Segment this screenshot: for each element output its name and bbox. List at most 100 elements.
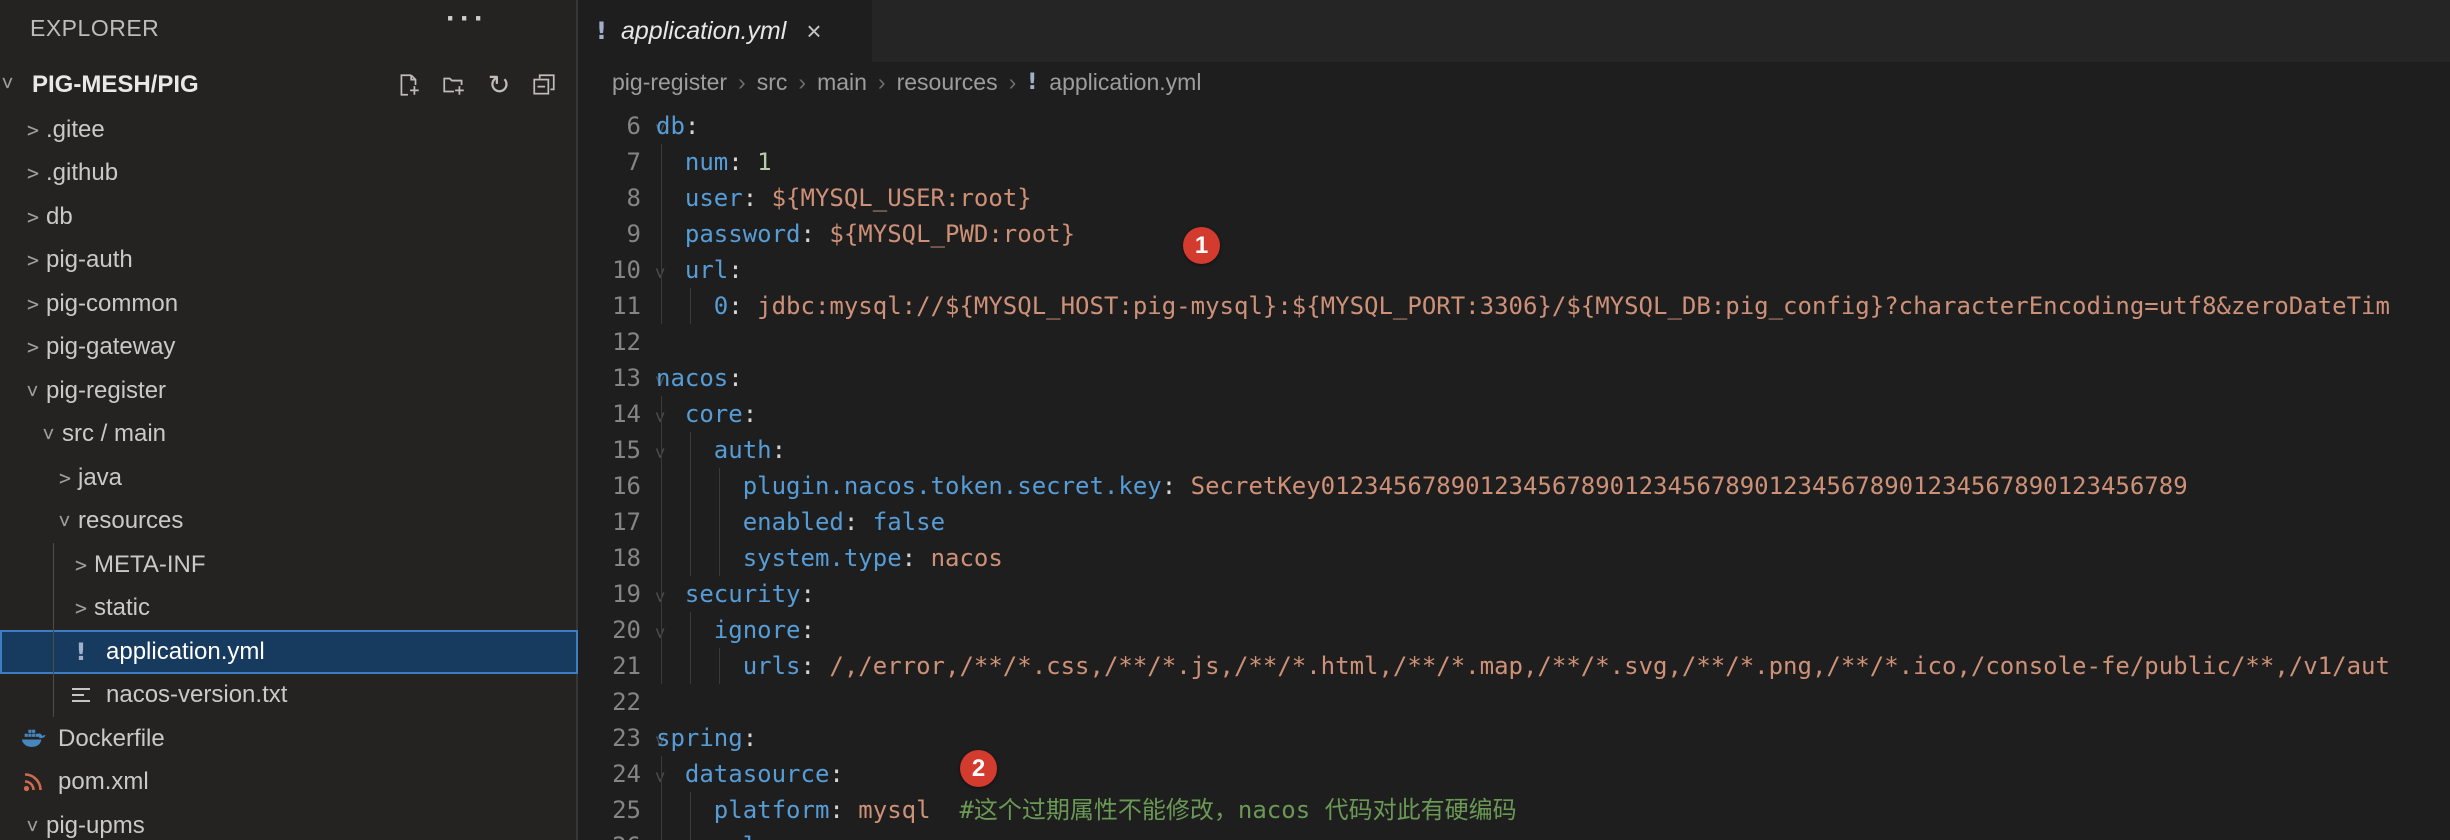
tree-item-label: nacos-version.txt <box>106 681 288 709</box>
code-line-10[interactable]: 10 > url: <box>580 252 2450 288</box>
refresh-explorer-icon[interactable]: ↻ <box>484 70 514 100</box>
code-line-22[interactable]: 22 <box>580 684 2450 720</box>
tree-folder-pig-common[interactable]: > pig-common <box>0 282 578 326</box>
tree-indent-guide <box>53 543 54 717</box>
tree-folder-pig-gateway[interactable]: > pig-gateway <box>0 326 578 370</box>
tree-folder-db[interactable]: > db <box>0 195 578 239</box>
annotation-badge-2: 2 <box>960 750 997 787</box>
code-line-25[interactable]: 25 platform: mysql #这个过期属性不能修改，nacos 代码对… <box>580 792 2450 828</box>
tree-item-label: pig-auth <box>46 246 133 274</box>
tree-folder-pig-auth[interactable]: > pig-auth <box>0 239 578 283</box>
explorer-header: EXPLORER ··· <box>0 0 576 56</box>
code-text: security: <box>684 580 815 608</box>
breadcrumb-segment-resources[interactable]: resources <box>897 69 998 96</box>
code-text: system.type: nacos <box>742 544 1003 572</box>
chevron-down-icon: > <box>20 384 45 397</box>
code-line-20[interactable]: 20 > ignore: <box>580 612 2450 648</box>
close-icon[interactable]: × <box>806 18 821 44</box>
chevron-right-icon: > <box>26 204 40 229</box>
tree-folder-pig-upms[interactable]: > pig-upms <box>0 804 578 840</box>
more-actions-icon[interactable]: ··· <box>446 2 488 36</box>
code-line-6[interactable]: 6 > db: <box>580 108 2450 144</box>
tree-folder-meta-inf[interactable]: > META-INF <box>0 543 578 587</box>
code-text: 0: jdbc:mysql://${MYSQL_HOST:pig-mysql}:… <box>713 292 2390 320</box>
code-line-21[interactable]: 21 urls: /,/error,/**/*.css,/**/*.js,/**… <box>580 648 2450 684</box>
breadcrumb: pig-register › src › main › resources ›! applica… <box>580 62 2450 102</box>
tree-folder-src-main[interactable]: > src / main <box>0 413 578 457</box>
chevron-right-icon: > <box>74 552 88 577</box>
code-line-23[interactable]: 23 > spring: <box>580 720 2450 756</box>
code-text: user: ${MYSQL_USER:root} <box>684 184 1032 212</box>
code-line-15[interactable]: 15 > auth: <box>580 432 2450 468</box>
tree-item-label: application.yml <box>106 637 265 665</box>
line-number: 18 <box>612 544 641 572</box>
yaml-warning-icon: ! <box>596 17 607 45</box>
code-text: url: <box>656 828 772 840</box>
tree-item-label: java <box>78 463 123 491</box>
code-text: spring: <box>656 724 758 752</box>
code-text: platform: mysql #这个过期属性不能修改，nacos 代码对此有硬… <box>713 796 1517 824</box>
chevron-down-icon: > <box>52 515 77 528</box>
code-line-7[interactable]: 7 num: 1 <box>580 144 2450 180</box>
code-line-16[interactable]: 16 plugin.nacos.token.secret.key: Secret… <box>580 468 2450 504</box>
code-line-14[interactable]: 14 > core: <box>580 396 2450 432</box>
docker-whale-icon <box>20 728 46 750</box>
breadcrumb-segment-src[interactable]: src <box>757 69 788 96</box>
breadcrumb-file-name[interactable]: application.yml <box>1049 69 1201 96</box>
code-line-26[interactable]: 26 url: <box>580 828 2450 840</box>
tree-folder-resources[interactable]: > resources <box>0 500 578 544</box>
tree-item-label: Dockerfile <box>58 724 165 752</box>
tree-folder--gitee[interactable]: > .gitee <box>0 108 578 152</box>
code-line-19[interactable]: 19 > security: <box>580 576 2450 612</box>
collapse-folders-icon[interactable] <box>529 70 559 100</box>
code-line-13[interactable]: 13 > nacos: <box>580 360 2450 396</box>
tree-item-label: pig-common <box>46 289 179 317</box>
line-number: 23 <box>612 724 641 752</box>
line-number: 14 <box>612 400 641 428</box>
tree-folder-static[interactable]: > static <box>0 587 578 631</box>
code-line-18[interactable]: 18 system.type: nacos <box>580 540 2450 576</box>
workspace-root-label: PIG-MESH/PIG <box>32 71 199 98</box>
code-text: ignore: <box>713 616 815 644</box>
code-line-12[interactable]: 12 <box>580 324 2450 360</box>
code-editor[interactable]: 6 > db: 7 num: 18 user: ${MYSQL_USER:root} 9… <box>580 102 2450 840</box>
new-folder-icon[interactable] <box>439 70 469 100</box>
line-number: 21 <box>612 652 641 680</box>
tree-file-dockerfile[interactable]: Dockerfile <box>0 717 578 761</box>
tree-file-pom-xml[interactable]: pom.xml <box>0 761 578 805</box>
code-text: num: 1 <box>684 148 772 176</box>
tab-application-yml[interactable]: ! application.yml × <box>580 0 872 62</box>
tree-file-application-yml[interactable]: ! application.yml <box>0 630 578 674</box>
tree-folder-pig-register[interactable]: > pig-register <box>0 369 578 413</box>
tree-folder--github[interactable]: > .github <box>0 152 578 196</box>
vscode-window: EXPLORER ··· > PIG-MESH/PIG ↻ >.gitee>.g… <box>0 0 2450 840</box>
code-line-17[interactable]: 17 enabled: false <box>580 504 2450 540</box>
editor-tab-strip: ! application.yml × <box>580 0 2450 62</box>
code-line-9[interactable]: 9 password: ${MYSQL_PWD:root} <box>580 216 2450 252</box>
new-file-icon[interactable] <box>394 70 424 100</box>
breadcrumb-segment-main[interactable]: main <box>817 69 867 96</box>
tree-file-nacos-version-txt[interactable]: nacos-version.txt <box>0 674 578 718</box>
line-number: 25 <box>612 796 641 824</box>
xml-file-icon <box>20 771 46 793</box>
code-line-11[interactable]: 11 0: jdbc:mysql://${MYSQL_HOST:pig-mysq… <box>580 288 2450 324</box>
code-text: urls: /,/error,/**/*.css,/**/*.js,/**/*.… <box>742 652 2390 680</box>
line-number: 11 <box>612 292 641 320</box>
code-text: enabled: false <box>742 508 946 536</box>
code-text: url: <box>684 256 743 284</box>
chevron-right-icon: > <box>26 291 40 316</box>
breadcrumb-segment-pig-register[interactable]: pig-register <box>612 69 727 96</box>
breadcrumb-separator: › <box>1008 68 1017 95</box>
code-text: auth: <box>713 436 787 464</box>
tab-label: application.yml <box>620 16 787 45</box>
tree-item-label: resources <box>78 507 184 535</box>
tree-folder-java[interactable]: > java <box>0 456 578 500</box>
code-text: password: ${MYSQL_PWD:root} <box>684 220 1076 248</box>
code-text: nacos: <box>656 364 743 392</box>
explorer-sidebar: EXPLORER ··· > PIG-MESH/PIG ↻ >.gitee>.g… <box>0 0 578 840</box>
code-line-8[interactable]: 8 user: ${MYSQL_USER:root} <box>580 180 2450 216</box>
workspace-root-row[interactable]: > PIG-MESH/PIG ↻ <box>0 62 576 106</box>
code-line-24[interactable]: 24 > datasource: <box>580 756 2450 792</box>
line-number: 22 <box>612 688 641 716</box>
tree-item-label: .gitee <box>46 115 105 143</box>
